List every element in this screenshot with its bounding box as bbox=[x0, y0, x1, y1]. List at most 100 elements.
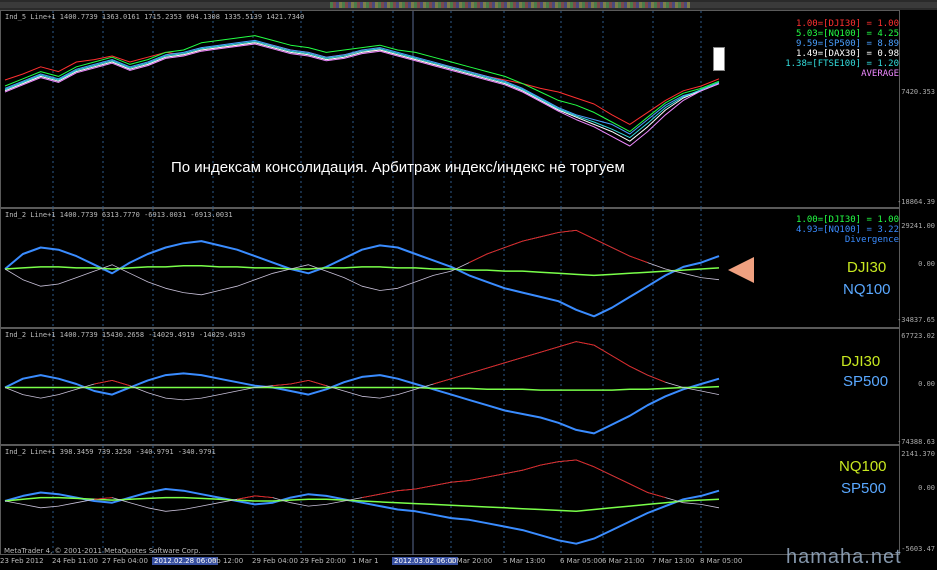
series-segment-positive bbox=[486, 362, 505, 369]
divergence-legend: 1.00=[DJI30] = 1.00 4.93=[NQ100] = 3.22 Di… bbox=[796, 215, 899, 245]
legend-entry: 1.49=[DAX30] = 0.98 bbox=[796, 49, 899, 59]
series-segment-positive bbox=[272, 383, 291, 387]
series-segment-positive bbox=[558, 459, 577, 463]
series-segment-positive bbox=[611, 355, 630, 367]
series-line-dji30 bbox=[5, 385, 720, 391]
time-label: 2 Mar 20:00 bbox=[450, 557, 493, 565]
series-segment-positive bbox=[576, 229, 595, 240]
time-label: 2012.02.28 06:00 bbox=[152, 557, 219, 565]
series-segment-positive bbox=[451, 372, 470, 380]
divergence-plot-2 bbox=[4, 329, 720, 446]
time-label: 1 Mar 1 bbox=[352, 557, 379, 565]
series-line-divergence bbox=[4, 372, 720, 435]
time-label: 6 Mar 21:00 bbox=[602, 557, 645, 565]
copyright-text: MetaTrader 4, © 2001-2011 MetaQuotes Sof… bbox=[4, 547, 201, 555]
series-segment-positive bbox=[540, 461, 559, 466]
time-label: 24 Feb 11:00 bbox=[52, 557, 98, 565]
series-segment-positive bbox=[486, 473, 505, 478]
series-segment-positive bbox=[629, 365, 648, 376]
divergence-panel-dji-nq: Ind_2 Line+1 1400.7739 6313.7770 -6913.0… bbox=[0, 208, 900, 329]
pair-label-bottom: NQ100 bbox=[843, 281, 891, 298]
series-segment-positive bbox=[522, 464, 541, 471]
series-segment-positive bbox=[379, 490, 398, 495]
main-price-panel: Ind_5 Line+1 1400.7739 1363.0161 1715.23… bbox=[0, 10, 900, 209]
axis-label: 29241.00 bbox=[901, 222, 935, 230]
panel-header: Ind_2 Line+1 1400.7739 6313.7770 -6913.0… bbox=[5, 211, 233, 219]
series-segment-positive bbox=[308, 380, 327, 387]
series-segment-positive bbox=[629, 483, 648, 493]
series-segment-positive bbox=[647, 492, 666, 499]
time-label: 23 Feb 2012 bbox=[0, 557, 44, 565]
series-segment-positive bbox=[111, 380, 131, 387]
time-label: 6 Mar 05:00 bbox=[560, 557, 603, 565]
series-line-dji30 bbox=[4, 42, 720, 125]
series-line-nq100 bbox=[4, 229, 720, 296]
series-segment-positive bbox=[468, 253, 488, 263]
axis-label: -74388.63 bbox=[897, 438, 935, 446]
divergence-plot-3 bbox=[4, 446, 720, 556]
series-segment-positive bbox=[415, 485, 434, 490]
series-segment-positive bbox=[611, 247, 630, 257]
time-label: 29 Feb 04:00 bbox=[252, 557, 298, 565]
axis-label: 0.00 bbox=[918, 380, 935, 388]
arrow-marker-icon bbox=[728, 257, 754, 283]
pair-label-top: DJI30 bbox=[847, 259, 887, 276]
axis-label: 7420.353 bbox=[901, 88, 935, 96]
time-label: 7 Mar 13:00 bbox=[652, 557, 695, 565]
legend-entry: Divergence bbox=[844, 235, 899, 245]
axis-label: 67723.02 bbox=[901, 332, 935, 340]
series-segment-positive bbox=[629, 255, 648, 263]
time-label: 5 Mar 13:00 bbox=[503, 557, 546, 565]
main-price-plot bbox=[4, 11, 720, 209]
series-line-nq100 bbox=[4, 496, 720, 513]
series-segment-positive bbox=[451, 480, 470, 483]
axis-label: -5603.47 bbox=[901, 545, 935, 553]
series-segment-positive bbox=[486, 247, 505, 255]
series-segment-positive bbox=[254, 495, 273, 499]
pair-label-top: NQ100 bbox=[839, 458, 887, 475]
time-label: 29 Feb 20:00 bbox=[300, 557, 346, 565]
series-segment-positive bbox=[433, 481, 452, 487]
series-segment-positive bbox=[361, 493, 380, 499]
series-segment-positive bbox=[504, 469, 523, 475]
legend-entry: 1.00=[DJI30] = 1.00 bbox=[796, 215, 899, 225]
axis-label: 0.00 bbox=[918, 484, 935, 492]
panel-header: Ind_5 Line+1 1400.7739 1363.0161 1715.23… bbox=[5, 13, 305, 21]
axis-label: -18864.39 bbox=[897, 198, 935, 206]
series-line-sp500 bbox=[4, 39, 720, 135]
series-segment-positive bbox=[611, 474, 630, 485]
series-line-sp500 bbox=[4, 341, 720, 401]
axis-label: 2141.370 bbox=[901, 450, 935, 458]
series-segment-positive bbox=[647, 374, 666, 383]
divergence-panel-nq-sp: Ind_2 Line+1 398.3459 739.3250 -340.9791… bbox=[0, 445, 900, 556]
axis-label: -34837.65 bbox=[897, 316, 935, 324]
watermark-text: hamaha.net bbox=[786, 546, 902, 568]
series-segment-positive bbox=[593, 466, 613, 476]
series-segment-positive bbox=[576, 341, 595, 346]
series-line-divergence bbox=[4, 240, 720, 318]
series-segment-positive bbox=[522, 236, 541, 242]
axis-label: 0.00 bbox=[918, 260, 935, 268]
time-label: 8 Mar 05:00 bbox=[700, 557, 743, 565]
legend-entry: 1.00=[DJI30] = 1.00 bbox=[796, 19, 899, 29]
series-segment-positive bbox=[433, 378, 452, 385]
legend-entry: AVERAGE bbox=[861, 69, 899, 79]
chart-area: Ind_5 Line+1 1400.7739 1363.0161 1715.23… bbox=[0, 10, 900, 556]
series-segment-positive bbox=[540, 346, 559, 353]
series-segment-positive bbox=[504, 240, 523, 248]
series-segment-positive bbox=[540, 232, 559, 238]
legend-entry: 9.59=[SP500] = 8.89 bbox=[796, 39, 899, 49]
series-segment-positive bbox=[236, 495, 255, 500]
pair-label-top: DJI30 bbox=[841, 353, 881, 370]
divergence-panel-dji-sp: Ind_2 Line+1 1400.7739 15430.2658 -14029… bbox=[0, 328, 900, 446]
series-segment-positive bbox=[468, 367, 488, 374]
legend-entry: 1.38=[FTSE100] = 1.20 bbox=[785, 59, 899, 69]
pair-label-bottom: SP500 bbox=[841, 480, 887, 497]
price-cursor-box bbox=[713, 47, 725, 71]
annotation-text: По индексам консолидация. Арбитраж индек… bbox=[171, 159, 625, 176]
panel-header: Ind_2 Line+1 398.3459 739.3250 -340.9791… bbox=[5, 448, 216, 456]
time-label: 27 Feb 04:00 bbox=[102, 557, 148, 565]
pair-label-bottom: SP500 bbox=[843, 373, 889, 390]
main-legend: 1.00=[DJI30] = 1.00 5.03=[NQ100] = 4.25 9.… bbox=[785, 19, 899, 79]
time-label: 2012.03.02 06:00 bbox=[392, 557, 459, 565]
